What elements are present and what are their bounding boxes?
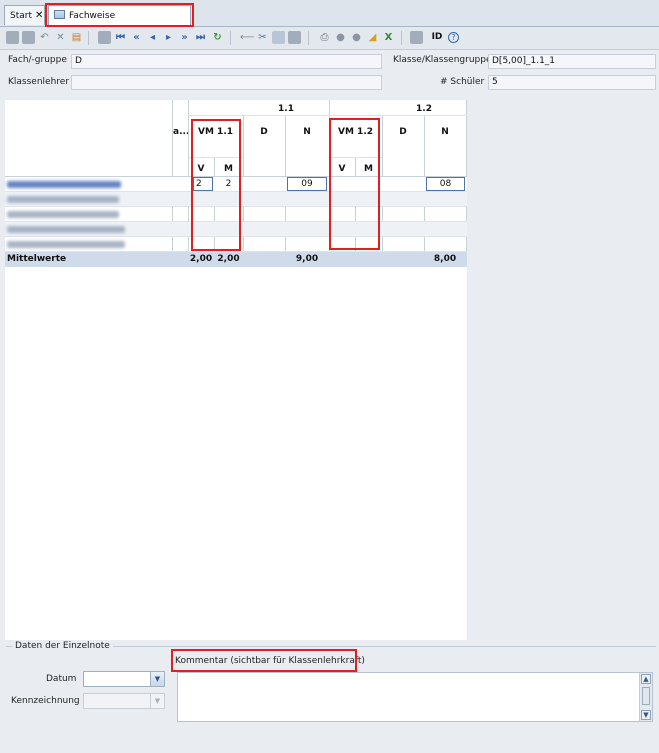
toolbar-separator [308,31,309,45]
last-icon[interactable]: ⏭ [194,31,207,44]
save-icon[interactable] [6,31,19,44]
col-a-header[interactable]: a... [173,127,188,137]
datum-label: Datum [46,674,77,684]
section-label: Daten der Einzelnote [12,641,113,651]
back-icon[interactable]: ⟵ [240,31,254,44]
toolbar-separator [88,31,89,45]
toolbar-separator [230,31,231,45]
undo-icon[interactable]: ↶ [38,31,51,44]
fach-label: Fach/-gruppe [8,55,67,65]
toolbar: ↶ ✕ ▤ ⏮ « ◂ ▸ » ⏭ ↻ ⟵ ✂ ⎙ ● ● ◢ X ID ? [0,27,659,50]
id-icon[interactable]: ID [428,31,446,44]
group-1-1-header: 1.1 [278,104,294,114]
chevron-down-icon[interactable]: ▼ [150,672,164,686]
cut-icon[interactable]: ✂ [256,31,269,44]
scroll-thumb[interactable] [642,687,650,705]
refresh-icon[interactable]: ↻ [211,31,224,44]
mean-label: Mittelwerte [7,254,67,264]
bulb-icon[interactable]: ● [350,31,363,44]
kommentar-textarea[interactable]: ▲ ▼ [177,672,653,722]
schueler-label: # Schüler [440,77,485,87]
mean-n: 9,00 [295,254,319,264]
kennzeichnung-combo[interactable]: ▼ [83,693,165,709]
mean-n: 8,00 [433,254,457,264]
einzelnote-panel: Daten der Einzelnote Kommentar (sichtbar… [0,640,659,753]
highlight-kommentar [171,649,357,672]
toolbar-separator [401,31,402,45]
highlight-vm-1-2 [329,118,380,250]
schueler-field[interactable]: 5 [488,75,656,90]
save-as-icon[interactable] [22,31,35,44]
klasse-label: Klasse/Klassengruppe [393,55,492,65]
delete-icon[interactable]: ✕ [54,31,67,44]
d-header[interactable]: D [382,127,424,137]
scroll-down-icon[interactable]: ▼ [641,710,651,720]
kennzeichnung-label: Kennzeichnung [11,696,80,706]
report-icon[interactable] [410,31,423,44]
highlight-tab [45,3,194,27]
view-icon[interactable]: ● [334,31,347,44]
kommentar-scrollbar[interactable]: ▲ ▼ [639,673,652,721]
tab-start[interactable]: Start ✕ [4,5,45,25]
student-name-redacted [7,196,119,203]
export-icon[interactable]: ▤ [70,31,83,44]
first-icon[interactable]: ⏮ [114,31,127,44]
grid-divider [188,115,467,116]
help-icon[interactable]: ? [448,32,459,43]
next-page-icon[interactable]: » [178,31,191,44]
highlight-vm-1-1 [191,119,241,251]
n-header[interactable]: N [285,127,329,137]
new-icon[interactable] [98,31,111,44]
grades-grid: a... 1.1 1.2 VM 1.1 D N VM 1.2 D N V M V… [5,100,467,640]
student-name-redacted [7,181,121,188]
student-name-redacted [7,241,125,248]
chevron-down-icon[interactable]: ▼ [150,694,164,708]
grade-n-cell[interactable]: 09 [287,177,327,191]
scroll-up-icon[interactable]: ▲ [641,674,651,684]
grid-empty-area [467,100,659,640]
mean-v: 2,00 [189,254,213,264]
student-name-redacted [7,226,125,233]
datum-combo[interactable]: ▼ [83,671,165,687]
clear-icon[interactable]: ◢ [366,31,379,44]
grade-n-cell[interactable]: 08 [426,177,465,191]
n-header[interactable]: N [424,127,466,137]
fach-field[interactable]: D [71,54,382,69]
id-label: ID [431,32,443,42]
group-1-2-header: 1.2 [416,104,432,114]
klassenlehrer-field[interactable] [71,75,382,90]
excel-icon[interactable]: X [382,31,395,44]
mean-row: Mittelwerte 2,00 2,00 9,00 8,00 [5,252,467,267]
student-name-redacted [7,211,119,218]
klasse-field[interactable]: D[5,00]_1.1_1 [488,54,656,69]
prev-icon[interactable]: ◂ [146,31,159,44]
d-header[interactable]: D [243,127,285,137]
prev-page-icon[interactable]: « [130,31,143,44]
paste-icon[interactable] [288,31,301,44]
print-icon[interactable]: ⎙ [318,31,331,44]
close-icon[interactable]: ✕ [35,10,43,21]
klassenlehrer-label: Klassenlehrer [8,77,70,87]
tab-start-label: Start [10,11,32,21]
tab-bar: Start✕ Fachweise Notenerfassung✕ [0,0,659,41]
copy-icon[interactable] [272,31,285,44]
next-icon[interactable]: ▸ [162,31,175,44]
mean-m: 2,00 [217,254,240,264]
